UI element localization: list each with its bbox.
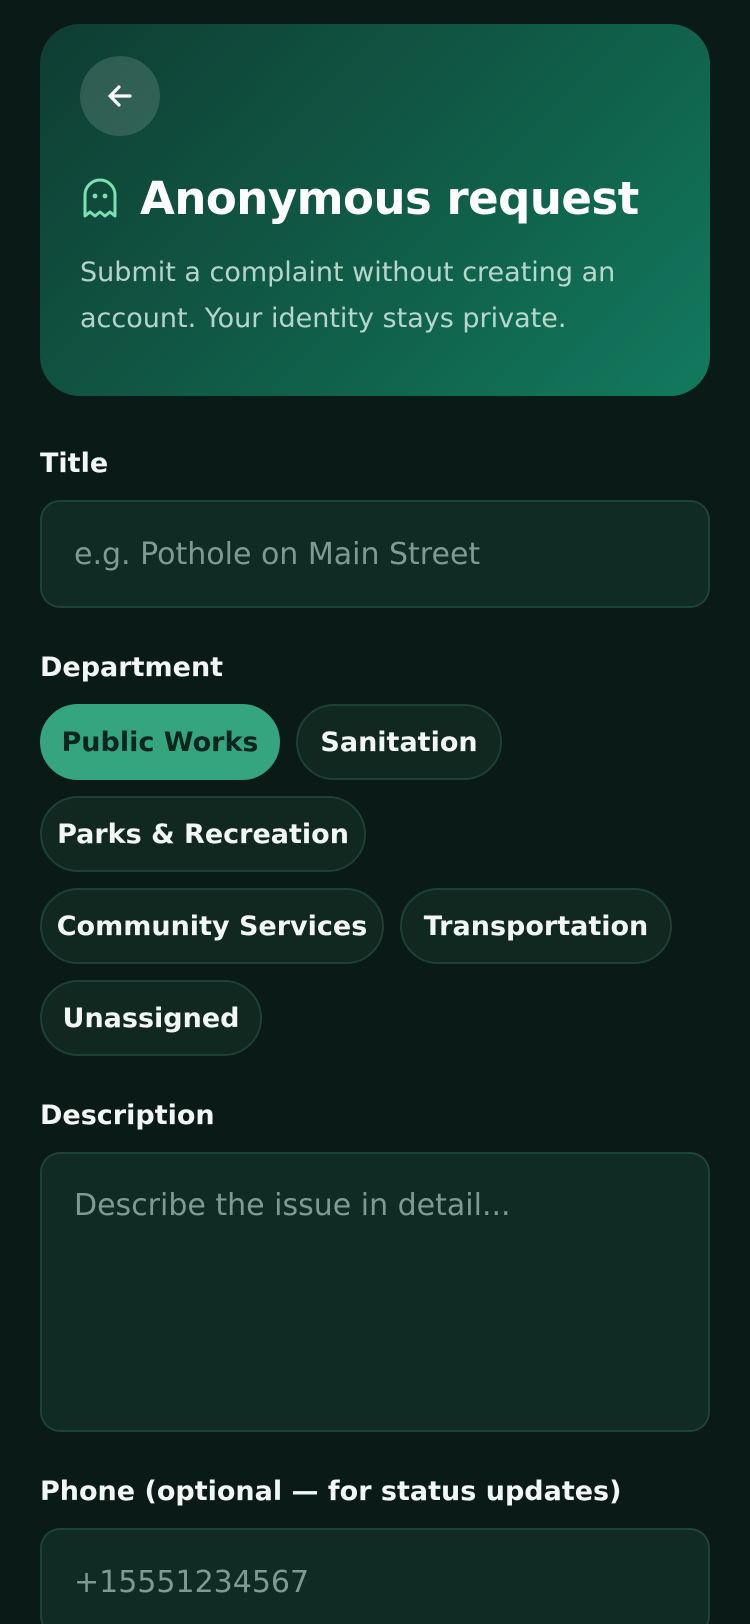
department-chip-unassigned[interactable]: Unassigned bbox=[40, 980, 262, 1056]
chip-label: Sanitation bbox=[320, 726, 478, 758]
chip-label: Transportation bbox=[423, 910, 649, 942]
department-chip-parks-recreation[interactable]: Parks & Recreation bbox=[40, 796, 366, 872]
chip-label: Community Services bbox=[56, 910, 368, 942]
department-chip-public-works[interactable]: Public Works bbox=[40, 704, 280, 780]
anonymous-request-screen: Anonymous request Submit a complaint wit… bbox=[0, 0, 750, 1624]
department-chip-community-services[interactable]: Community Services bbox=[40, 888, 384, 964]
department-label: Department bbox=[40, 652, 224, 683]
header-card: Anonymous request Submit a complaint wit… bbox=[40, 24, 710, 396]
title-input[interactable]: e.g. Pothole on Main Street bbox=[40, 500, 710, 608]
department-chip-transportation[interactable]: Transportation bbox=[400, 888, 672, 964]
page-title: Anonymous request bbox=[140, 172, 639, 225]
page-subtitle: Submit a complaint without creating an a… bbox=[80, 257, 616, 334]
ghost-icon bbox=[82, 177, 122, 221]
arrow-left-icon bbox=[104, 80, 136, 112]
description-textarea[interactable]: Describe the issue in detail... bbox=[40, 1152, 710, 1432]
description-placeholder: Describe the issue in detail... bbox=[74, 1188, 511, 1223]
title-label: Title bbox=[40, 448, 109, 479]
phone-input[interactable]: +15551234567 bbox=[40, 1528, 710, 1624]
chip-label: Parks & Recreation bbox=[57, 818, 349, 850]
department-chip-sanitation[interactable]: Sanitation bbox=[296, 704, 502, 780]
description-label: Description bbox=[40, 1100, 215, 1131]
phone-placeholder: +15551234567 bbox=[74, 1564, 310, 1600]
chip-label: Public Works bbox=[61, 726, 259, 758]
phone-label: Phone (optional — for status updates) bbox=[40, 1476, 622, 1507]
chip-label: Unassigned bbox=[62, 1002, 240, 1034]
back-button[interactable] bbox=[80, 56, 160, 136]
header-title-row: Anonymous request bbox=[82, 172, 639, 225]
title-placeholder: e.g. Pothole on Main Street bbox=[74, 536, 481, 572]
